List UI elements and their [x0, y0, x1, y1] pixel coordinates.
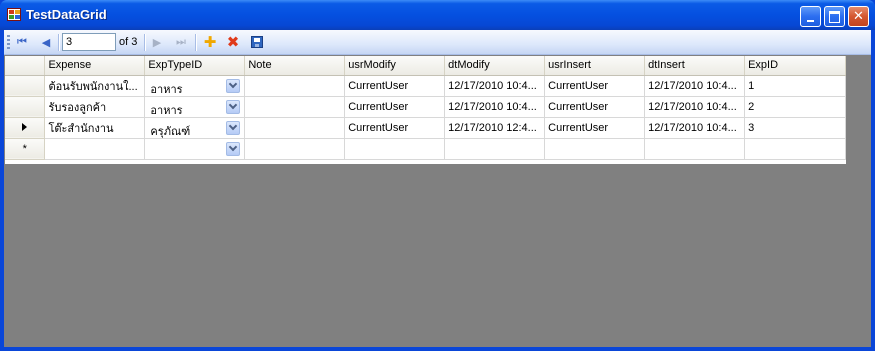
maximize-icon	[825, 7, 844, 26]
dtmodify-cell[interactable]	[444, 138, 546, 160]
move-previous-button[interactable]: ◀	[37, 33, 55, 51]
position-input[interactable]	[62, 33, 116, 51]
expid-cell[interactable]: 1	[744, 75, 846, 97]
note-cell[interactable]	[244, 117, 346, 139]
close-button[interactable]: ✕	[848, 6, 869, 27]
new-row-icon: *	[22, 142, 27, 155]
exptypeid-combo-cell[interactable]: อาหาร	[144, 75, 246, 97]
dtinsert-cell[interactable]: 12/17/2010 10:4...	[644, 96, 746, 118]
usrinsert-cell[interactable]: CurrentUser	[544, 96, 646, 118]
usrmodify-cell[interactable]: CurrentUser	[344, 117, 446, 139]
app-icon[interactable]	[7, 8, 21, 21]
note-cell[interactable]	[244, 75, 346, 97]
row-header[interactable]	[5, 117, 46, 139]
row-header[interactable]	[5, 96, 46, 118]
dtinsert-cell[interactable]: 12/17/2010 10:4...	[644, 75, 746, 97]
note-cell[interactable]	[244, 138, 346, 160]
save-button[interactable]	[248, 33, 266, 51]
expid-cell[interactable]: 2	[744, 96, 846, 118]
usrinsert-cell[interactable]: CurrentUser	[544, 117, 646, 139]
chevron-down-icon[interactable]	[226, 120, 241, 135]
add-new-button[interactable]: ✚	[201, 33, 219, 51]
move-last-icon: ⏭	[176, 35, 186, 48]
combo-value: ครุภัณฑ์	[150, 125, 191, 138]
dtmodify-cell[interactable]: 12/17/2010 12:4...	[444, 117, 546, 139]
move-last-button[interactable]: ⏭	[172, 33, 190, 51]
exptypeid-combo-cell[interactable]	[144, 138, 246, 160]
new-row-header[interactable]: *	[5, 138, 46, 160]
minimize-icon	[801, 7, 820, 26]
add-new-icon: ✚	[203, 33, 217, 51]
exptypeid-combo-cell[interactable]: อาหาร	[144, 96, 246, 118]
toolstrip-separator	[58, 34, 60, 51]
column-header-dtinsert[interactable]: dtInsert	[644, 56, 746, 76]
close-icon: ✕	[853, 9, 864, 24]
move-previous-icon: ◀	[41, 35, 51, 49]
delete-icon: ✖	[226, 33, 240, 51]
exptypeid-combo-cell[interactable]: ครุภัณฑ์	[144, 117, 246, 139]
usrmodify-cell[interactable]: CurrentUser	[344, 96, 446, 118]
chevron-down-icon[interactable]	[226, 99, 241, 114]
combo-value: อาหาร	[150, 83, 183, 96]
expense-cell[interactable]: ต้อนรับพนักงานใ...	[44, 75, 146, 97]
toolstrip-separator	[144, 34, 146, 51]
chevron-down-icon[interactable]	[226, 141, 241, 156]
column-header-expense[interactable]: Expense	[44, 56, 146, 76]
form-client-area: ⏮ ◀ of 3 ▶ ⏭ ✚ ✖	[4, 30, 871, 347]
select-all-header[interactable]	[5, 56, 46, 76]
save-icon	[251, 36, 263, 48]
data-grid[interactable]: Expense ExpTypeID Note usrModify dtModif…	[5, 56, 846, 164]
dtinsert-cell[interactable]	[644, 138, 746, 160]
usrinsert-cell[interactable]	[544, 138, 646, 160]
table-row[interactable]: ต้อนรับพนักงานใ... อาหาร CurrentUser 12/…	[5, 75, 846, 97]
main-window: TestDataGrid ✕ ⏮ ◀ of 3	[0, 0, 875, 351]
dtmodify-cell[interactable]: 12/17/2010 10:4...	[444, 96, 546, 118]
delete-button[interactable]: ✖	[224, 33, 242, 51]
table-row[interactable]: รับรองลูกค้า อาหาร CurrentUser 12/17/201…	[5, 96, 846, 118]
expense-cell[interactable]: โต๊ะสำนักงาน	[44, 117, 146, 139]
expid-cell[interactable]	[744, 138, 846, 160]
usrinsert-cell[interactable]: CurrentUser	[544, 75, 646, 97]
move-next-button[interactable]: ▶	[148, 33, 166, 51]
combo-value: อาหาร	[150, 104, 183, 117]
dtmodify-cell[interactable]: 12/17/2010 10:4...	[444, 75, 546, 97]
dtinsert-cell[interactable]: 12/17/2010 10:4...	[644, 117, 746, 139]
count-label: of 3	[119, 36, 138, 48]
table-row[interactable]: โต๊ะสำนักงาน ครุภัณฑ์ CurrentUser 12/17/…	[5, 117, 846, 139]
binding-navigator: ⏮ ◀ of 3 ▶ ⏭ ✚ ✖	[4, 30, 871, 55]
column-header-expid[interactable]: ExpID	[744, 56, 846, 76]
column-header-usrinsert[interactable]: usrInsert	[544, 56, 646, 76]
maximize-button[interactable]	[824, 6, 845, 27]
expid-cell[interactable]: 3	[744, 117, 846, 139]
column-header-dtmodify[interactable]: dtModify	[444, 56, 546, 76]
expense-cell[interactable]: รับรองลูกค้า	[44, 96, 146, 118]
title-bar[interactable]: TestDataGrid ✕	[0, 0, 875, 30]
usrmodify-cell[interactable]	[344, 138, 446, 160]
row-header[interactable]	[5, 75, 46, 97]
expense-cell[interactable]	[44, 138, 146, 160]
minimize-button[interactable]	[800, 6, 821, 27]
note-cell[interactable]	[244, 96, 346, 118]
toolstrip-separator	[195, 34, 197, 51]
move-first-button[interactable]: ⏮	[13, 33, 31, 51]
move-next-icon: ▶	[152, 35, 162, 49]
toolstrip-grip[interactable]	[7, 35, 10, 50]
new-row[interactable]: *	[5, 138, 846, 160]
move-first-icon: ⏮	[17, 35, 27, 48]
column-header-exptypeid[interactable]: ExpTypeID	[144, 56, 246, 76]
chevron-down-icon[interactable]	[226, 78, 241, 93]
column-header-usrmodify[interactable]: usrModify	[344, 56, 446, 76]
header-row: Expense ExpTypeID Note usrModify dtModif…	[5, 56, 846, 76]
window-title: TestDataGrid	[26, 7, 107, 22]
current-row-icon	[22, 122, 28, 131]
column-header-note[interactable]: Note	[244, 56, 346, 76]
usrmodify-cell[interactable]: CurrentUser	[344, 75, 446, 97]
